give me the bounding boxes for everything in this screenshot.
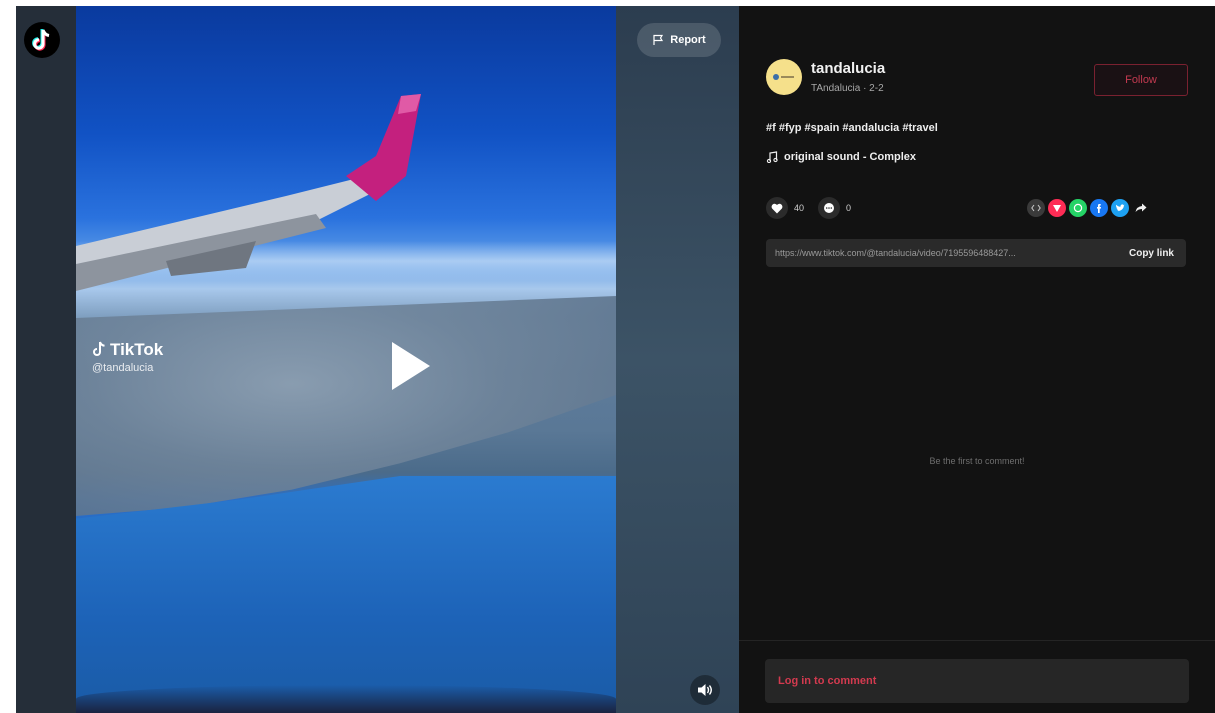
watermark-brand-text: TikTok	[110, 340, 164, 359]
share-link-box: https://www.tiktok.com/@tandalucia/video…	[766, 239, 1186, 267]
avatar[interactable]	[766, 59, 802, 95]
sound-name: original sound - Complex	[784, 151, 917, 163]
flag-icon	[653, 34, 664, 45]
comment-icon	[824, 203, 835, 213]
share-link-text[interactable]: https://www.tiktok.com/@tandalucia/video…	[766, 248, 1117, 258]
comment-button[interactable]	[818, 197, 841, 219]
video-caption: #f #fyp #spain #andalucia #travel	[766, 122, 938, 134]
likes-stat: 40	[766, 197, 804, 219]
avatar-logo-icon	[773, 74, 794, 80]
follow-button[interactable]: Follow	[1094, 64, 1188, 96]
whatsapp-icon[interactable]	[1069, 199, 1087, 217]
app-frame: TikTok @tandalucia Report tandalucia TAn…	[16, 6, 1215, 713]
like-button[interactable]	[766, 197, 788, 219]
report-button[interactable]: Report	[637, 23, 721, 57]
window-edge	[76, 685, 616, 713]
author-username[interactable]: tandalucia	[811, 60, 885, 77]
music-note-icon	[766, 151, 778, 163]
video-backdrop-right	[616, 6, 739, 713]
author-subline: TAndalucia · 2-2	[811, 83, 884, 94]
play-icon[interactable]	[388, 340, 432, 392]
tiktok-note-icon	[93, 341, 105, 356]
pinterest-icon[interactable]	[1048, 199, 1066, 217]
comment-count: 0	[846, 203, 852, 213]
airplane-wing	[76, 94, 421, 291]
copy-link-button[interactable]: Copy link	[1117, 248, 1186, 259]
stats-row: 40 0	[766, 197, 851, 219]
login-to-comment-label: Log in to comment	[778, 675, 877, 687]
video-area: TikTok @tandalucia Report	[16, 6, 739, 713]
share-row	[1027, 199, 1150, 217]
facebook-icon[interactable]	[1090, 199, 1108, 217]
sound-row[interactable]: original sound - Complex	[766, 151, 916, 163]
report-label: Report	[670, 34, 706, 46]
embed-icon[interactable]	[1027, 199, 1045, 217]
volume-icon	[698, 684, 712, 696]
comments-stat: 0	[818, 197, 851, 219]
like-count: 40	[794, 203, 805, 213]
watermark-brand: TikTok	[92, 340, 163, 360]
login-to-comment-button[interactable]: Log in to comment	[765, 659, 1189, 703]
divider	[739, 640, 1215, 641]
sea	[76, 476, 616, 713]
tiktok-logo-icon[interactable]	[24, 22, 60, 58]
watermark-username: @tandalucia	[92, 362, 154, 374]
tiktok-watermark: TikTok @tandalucia	[92, 340, 163, 374]
volume-button[interactable]	[690, 675, 720, 705]
empty-comments-message: Be the first to comment!	[929, 456, 1025, 466]
share-arrow-icon[interactable]	[1132, 199, 1150, 217]
details-panel: tandalucia TAndalucia · 2-2 Follow #f #f…	[739, 6, 1215, 713]
heart-icon	[771, 203, 783, 213]
video-backdrop-left	[16, 6, 76, 713]
twitter-icon[interactable]	[1111, 199, 1129, 217]
